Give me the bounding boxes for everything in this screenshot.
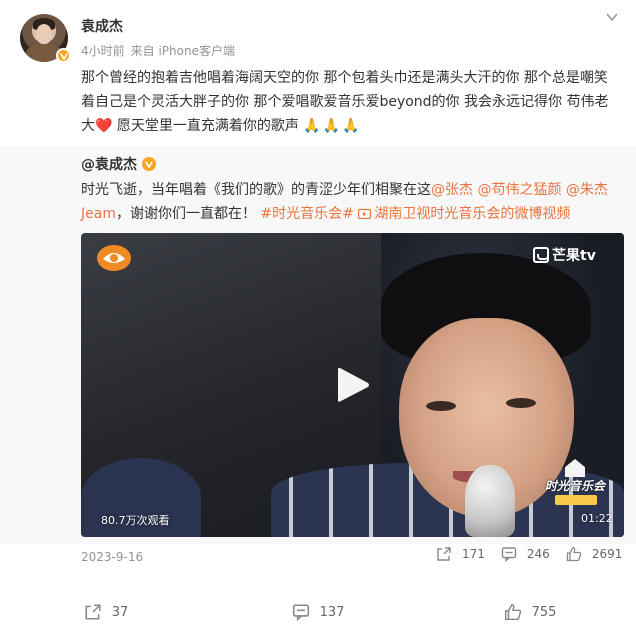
repost-card: @袁成杰 时光飞逝，当年唱着《我们的歌》的青涩少年们相聚在这@张杰 @苟伟之猛颜… <box>0 146 636 564</box>
original-date[interactable]: 2023-9-16 <box>81 550 143 564</box>
mention-link[interactable]: @张杰 <box>431 182 473 198</box>
mango-tv-label: 芒果tv <box>552 248 596 264</box>
verified-badge-icon <box>56 48 71 63</box>
chevron-down-icon[interactable] <box>604 10 620 24</box>
video-player[interactable]: 芒果tv 时光音乐会 80.7万次观看 01:22 <box>81 233 624 537</box>
verified-badge-icon <box>142 157 156 171</box>
play-icon[interactable] <box>334 365 372 405</box>
mention-link[interactable]: @苟伟之猛颜 <box>477 182 561 198</box>
post-footer: 37 137 755 <box>0 592 636 632</box>
pray-emoji: 🙏🙏🙏 <box>303 118 362 134</box>
microphone <box>465 465 515 537</box>
post-text: 那个曾经的抱着吉他唱着海阔天空的你 那个包着头巾还是满头大汗的你 那个总是嘲笑着… <box>81 66 621 138</box>
video-camera-icon <box>358 208 372 219</box>
like-button[interactable]: 755 <box>424 592 636 632</box>
post-text-tail: 愿天堂里一直充满着你的歌声 <box>112 118 299 134</box>
topic-link[interactable]: #时光音乐会# <box>260 206 353 222</box>
original-like-count: 2691 <box>591 547 623 561</box>
original-text-thanks: ，谢谢你们一直都在！ <box>115 206 256 222</box>
original-repost-count: 171 <box>462 547 485 561</box>
original-author[interactable]: @袁成杰 <box>81 154 156 174</box>
hunan-tv-logo-icon <box>97 245 131 271</box>
comment-icon <box>292 604 309 621</box>
video-duration: 01:22 <box>581 512 613 525</box>
thumbs-up-icon <box>566 546 582 562</box>
post-meta: 4小时前 来自 iPhone客户端 <box>81 42 235 59</box>
original-comment-count: 246 <box>526 547 550 561</box>
original-comment-button[interactable]: 246 <box>501 546 550 562</box>
mango-tv-watermark: 芒果tv <box>533 245 596 265</box>
mango-tv-icon <box>533 247 549 263</box>
author-name[interactable]: 袁成杰 <box>81 16 123 36</box>
comment-count: 137 <box>319 604 345 620</box>
view-count: 80.7万次观看 <box>101 514 170 527</box>
video-source-link[interactable]: 湖南卫视时光音乐会的微博视频 <box>358 206 570 222</box>
comment-button[interactable]: 137 <box>212 592 424 632</box>
original-stats: 171 246 2691 <box>436 546 622 562</box>
comment-icon <box>501 547 517 562</box>
repost-count: 37 <box>111 604 129 620</box>
original-author-name[interactable]: @袁成杰 <box>81 154 137 174</box>
original-text: 时光飞逝，当年唱着《我们的歌》的青涩少年们相聚在这@张杰 @苟伟之猛颜 @朱杰J… <box>81 178 621 226</box>
repost-icon <box>437 547 451 561</box>
heart-emoji: ❤️ <box>95 118 113 134</box>
post-time[interactable]: 4小时前 <box>81 42 125 59</box>
house-icon <box>565 459 585 477</box>
show-logo-title: 时光音乐会 <box>544 479 605 493</box>
show-logo: 时光音乐会 <box>533 459 617 509</box>
repost-icon <box>85 604 101 620</box>
original-text-intro: 时光飞逝，当年唱着《我们的歌》的青涩少年们相聚在这 <box>81 182 431 198</box>
original-like-button[interactable]: 2691 <box>566 546 623 562</box>
post-source: 来自 iPhone客户端 <box>130 44 235 58</box>
original-repost-button[interactable]: 171 <box>436 546 485 562</box>
weibo-post: 袁成杰 4小时前 来自 iPhone客户端 那个曾经的抱着吉他唱着海阔天空的你 … <box>0 0 636 634</box>
video-source-label: 湖南卫视时光音乐会的微博视频 <box>374 206 571 222</box>
repost-button[interactable]: 37 <box>0 592 212 632</box>
thumbs-up-icon <box>504 603 521 621</box>
like-count: 755 <box>531 604 557 620</box>
